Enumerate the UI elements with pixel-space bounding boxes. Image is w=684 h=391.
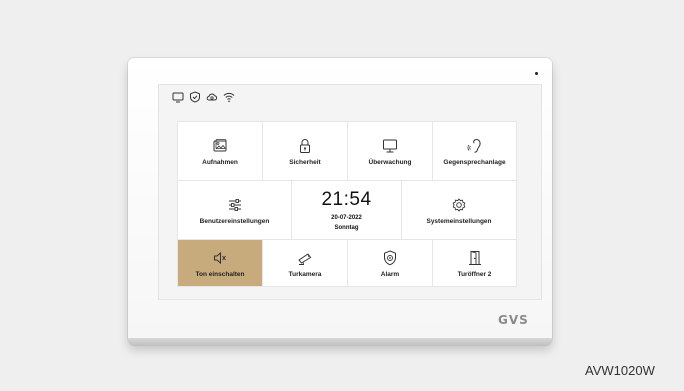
camera-dot <box>535 72 538 75</box>
tile-recordings[interactable]: Aufnahmen <box>178 122 262 180</box>
tile-label: Gegensprechanlage <box>443 158 506 166</box>
tile-label: Aufnahmen <box>202 158 238 166</box>
device-base <box>128 338 552 346</box>
tile-label: Systemeinstellungen <box>426 217 492 225</box>
tile-label: Alarm <box>380 270 400 278</box>
wifi-icon <box>223 92 235 103</box>
shield-check-icon <box>190 91 200 103</box>
recordings-icon <box>213 138 227 151</box>
clock-day: Sonntag <box>334 225 359 231</box>
sliders-icon <box>228 198 241 211</box>
door-icon <box>468 250 481 265</box>
model-caption: AVW1020W <box>585 363 655 378</box>
tile-security[interactable]: Sicherheit <box>263 122 347 180</box>
tile-label: Turkamera <box>288 270 322 278</box>
lock-icon <box>300 138 310 153</box>
tile-label: Ton einschalten <box>195 270 245 278</box>
tile-system-settings[interactable]: Systemeinstellungen <box>402 181 516 239</box>
tile-label: Benutzereinstellungen <box>199 217 270 225</box>
alarm-shield-icon <box>384 249 396 265</box>
tile-label: Überwachung <box>368 158 412 166</box>
clock-time: 21:54 <box>321 189 372 210</box>
cloud-sync-icon <box>206 93 218 101</box>
tile-intercom[interactable]: Gegensprechanlage <box>433 122 516 180</box>
tile-sound-on[interactable]: Ton einschalten <box>178 240 262 286</box>
status-bar <box>172 91 235 103</box>
monitor-icon <box>383 139 397 152</box>
monitor-icon <box>172 92 184 103</box>
tile-door-camera[interactable]: Turkamera <box>263 240 347 286</box>
clock-widget: 21:54 20-07-2022 Sonntag <box>292 181 401 239</box>
brand-logo: GVS <box>498 313 529 327</box>
tile-user-settings[interactable]: Benutzereinstellungen <box>178 181 291 239</box>
tile-door-opener-2[interactable]: Turöffner 2 <box>433 240 516 286</box>
tile-label: Turöffner 2 <box>457 270 492 278</box>
clock-date: 20-07-2022 <box>331 215 362 221</box>
tile-monitoring[interactable]: Überwachung <box>348 122 432 180</box>
tile-alarm[interactable]: Alarm <box>348 240 432 286</box>
intercom-icon <box>467 138 481 153</box>
tile-label: Sicherheit <box>289 158 321 166</box>
home-menu-grid: Aufnahmen Sicherheit Überwachung Gegensp… <box>178 122 516 286</box>
camera-icon <box>298 252 312 265</box>
speaker-icon <box>214 251 226 264</box>
gear-icon <box>452 197 466 212</box>
